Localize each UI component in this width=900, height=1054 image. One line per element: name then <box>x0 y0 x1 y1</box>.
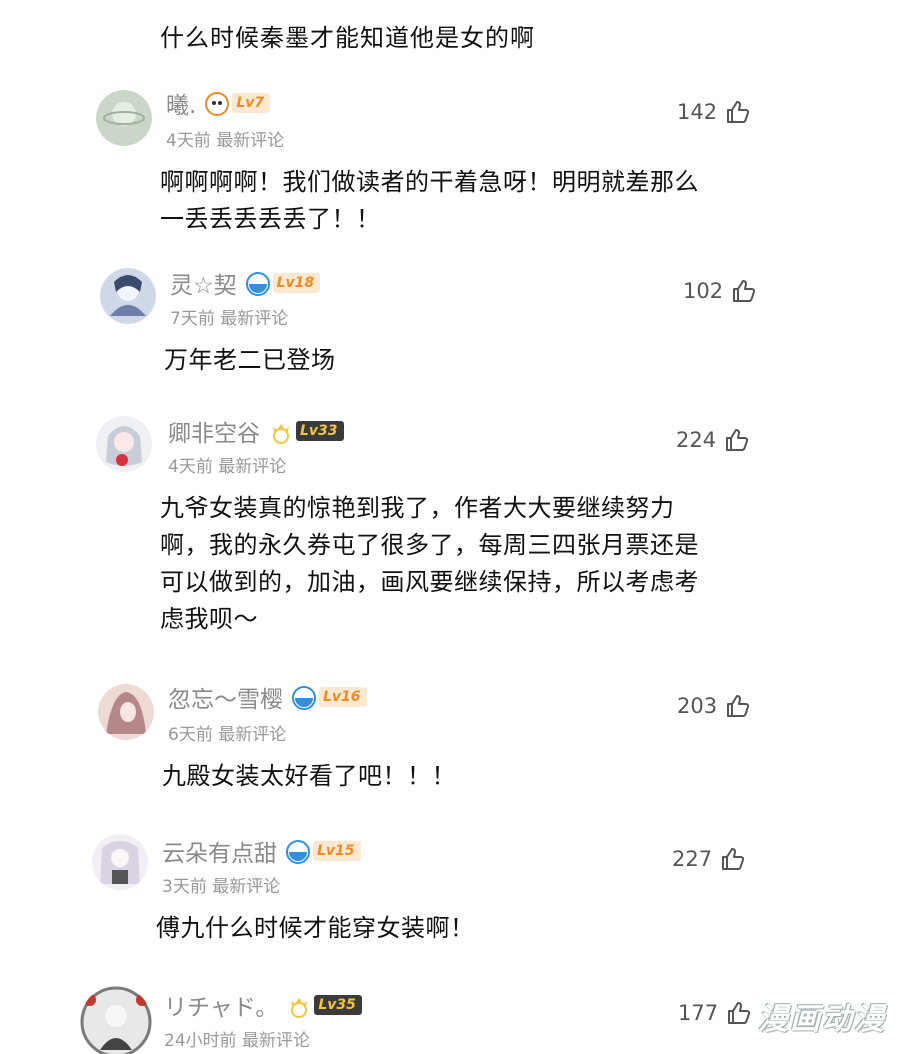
comment-meta: 6天前 最新评论 <box>168 720 286 745</box>
avatar[interactable] <box>96 416 152 472</box>
comment-time: 24小时前 <box>164 1031 237 1051</box>
watermark-logo: 漫画动漫 <box>758 1002 886 1037</box>
level-badge-icon <box>291 998 308 1018</box>
level-badge: Lv33 <box>268 419 344 444</box>
level-badge: Lv16 <box>291 685 367 710</box>
username[interactable]: 曦. <box>166 86 196 120</box>
previous-comment-text: 什么时候秦墨才能知道他是女的啊 <box>160 24 535 52</box>
comment-time: 4天前 <box>166 131 211 151</box>
level-badge-icon <box>273 424 289 444</box>
comment-text: 傅九什么时候才能穿女装啊！ <box>156 914 475 942</box>
avatar[interactable] <box>98 684 154 740</box>
like-button[interactable]: 142 <box>677 96 751 128</box>
comment-meta: 24小时前 最新评论 <box>164 1026 310 1051</box>
like-count: 177 <box>678 1001 719 1025</box>
like-button[interactable]: 177 <box>678 997 752 1029</box>
comment-time: 6天前 <box>168 725 213 745</box>
level-badge-icon <box>292 686 316 710</box>
comment-tag: 最新评论 <box>218 725 287 745</box>
thumbs-up-icon <box>733 280 756 302</box>
level-badge-icon <box>245 272 270 296</box>
comment-time: 4天前 <box>168 457 213 477</box>
username[interactable]: 忽忘～雪樱 <box>168 680 283 714</box>
like-button[interactable]: 102 <box>683 275 757 307</box>
comment-meta: 3天前 最新评论 <box>162 872 280 897</box>
comment-tag: 最新评论 <box>212 877 281 897</box>
level-badge-icon <box>286 840 310 864</box>
thumbs-up-icon <box>726 429 749 451</box>
username[interactable]: 灵☆契 <box>170 266 237 300</box>
comment-meta: 7天前 最新评论 <box>170 304 288 329</box>
level-badge-icon <box>205 92 230 116</box>
thumbs-up-icon <box>728 1002 751 1024</box>
like-count: 203 <box>677 694 718 718</box>
comment-text: 啊啊啊啊！我们做读者的干着急呀！明明就差那么 一丢丢丢丢丢了！！ <box>160 168 699 233</box>
thumbs-up-icon <box>727 101 750 123</box>
thumbs-up-icon <box>722 848 745 870</box>
comment-time: 3天前 <box>162 877 207 897</box>
username[interactable]: リチャド。 <box>164 988 278 1022</box>
like-button[interactable]: 224 <box>676 424 750 456</box>
comment-meta: 4天前 最新评论 <box>168 452 286 477</box>
avatar[interactable] <box>100 268 156 324</box>
avatar[interactable] <box>92 834 148 890</box>
comment-tag: 最新评论 <box>242 1031 311 1051</box>
comment-text: 九殿女装太好看了吧！！！ <box>162 762 456 790</box>
avatar[interactable] <box>96 90 152 146</box>
comment-time: 7天前 <box>170 309 215 329</box>
comment-meta: 4天前 最新评论 <box>166 126 284 151</box>
level-badge: Lv35 <box>286 993 362 1018</box>
like-button[interactable]: 227 <box>672 843 746 875</box>
username[interactable]: 云朵有点甜 <box>162 834 277 868</box>
level-badge: Lv7 <box>204 91 271 116</box>
comment-tag: 最新评论 <box>220 309 289 329</box>
comment-tag: 最新评论 <box>218 457 287 477</box>
comment-tag: 最新评论 <box>216 131 285 151</box>
comment-text: 九爷女装真的惊艳到我了，作者大大要继续努力 啊，我的永久券屯了很多了，每周三四张… <box>160 494 699 633</box>
username[interactable]: 卿非空谷 <box>168 414 260 448</box>
like-count: 142 <box>677 100 718 124</box>
avatar[interactable] <box>80 986 152 1054</box>
comment-text: 万年老二已登场 <box>164 346 336 374</box>
like-count: 224 <box>676 428 717 452</box>
like-count: 102 <box>683 279 724 303</box>
level-badge: Lv15 <box>285 839 361 864</box>
like-button[interactable]: 203 <box>677 690 751 722</box>
like-count: 227 <box>672 847 713 871</box>
thumbs-up-icon <box>727 695 750 717</box>
level-badge: Lv18 <box>245 271 321 296</box>
